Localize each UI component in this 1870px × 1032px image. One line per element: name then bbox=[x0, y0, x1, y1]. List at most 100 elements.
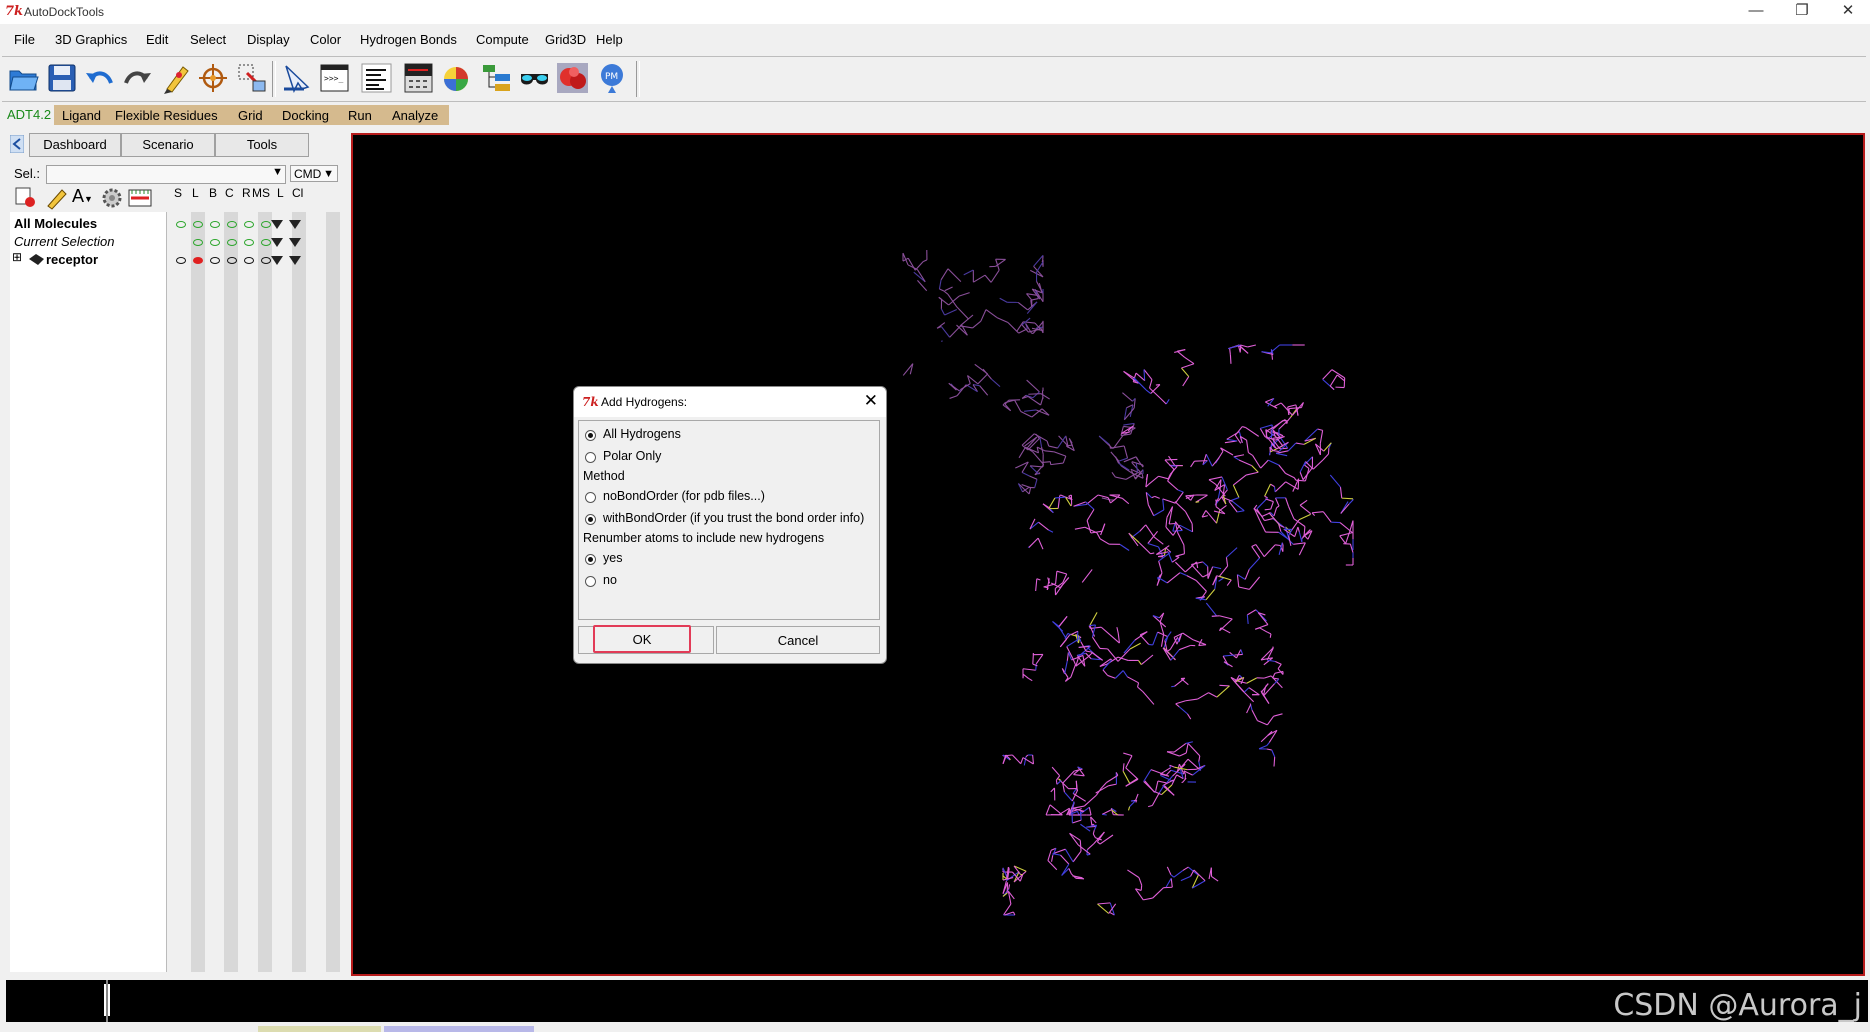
column-toggle-circle[interactable] bbox=[227, 239, 237, 246]
option-all-hydrogens-label[interactable]: All Hydrogens bbox=[603, 427, 681, 441]
close-window-icon[interactable]: ✕ bbox=[1825, 0, 1870, 24]
radio-all-hydrogens[interactable] bbox=[585, 430, 596, 441]
crosshair-icon[interactable] bbox=[197, 61, 230, 95]
cancel-button[interactable]: Cancel bbox=[716, 626, 880, 654]
gear-icon[interactable] bbox=[100, 186, 124, 210]
ok-button[interactable]: OK bbox=[593, 625, 691, 653]
bond-line bbox=[1246, 704, 1252, 714]
tree-current-selection[interactable]: Current Selection bbox=[14, 234, 114, 249]
column-triangle-icon[interactable] bbox=[271, 220, 283, 229]
python-shell-icon[interactable]: >>>_ bbox=[318, 61, 351, 95]
menu-edit[interactable]: Edit bbox=[146, 32, 168, 47]
column-toggle-circle[interactable] bbox=[261, 221, 271, 228]
minimize-icon[interactable]: — bbox=[1733, 0, 1779, 24]
column-toggle-circle[interactable] bbox=[244, 221, 254, 228]
text-lines-icon[interactable] bbox=[360, 61, 393, 95]
menu-compute[interactable]: Compute bbox=[476, 32, 529, 47]
expand-icon[interactable]: ⊞ bbox=[12, 250, 22, 264]
adt-menu-docking[interactable]: Docking bbox=[282, 108, 329, 123]
column-triangle-icon[interactable] bbox=[271, 238, 283, 247]
column-toggle-circle[interactable] bbox=[176, 257, 186, 264]
radio-polar-only[interactable] bbox=[585, 452, 596, 463]
bond-line bbox=[1246, 677, 1258, 684]
menu-display[interactable]: Display bbox=[247, 32, 290, 47]
column-toggle-circle[interactable] bbox=[193, 239, 203, 246]
column-triangle-icon[interactable] bbox=[289, 256, 301, 265]
bond-line bbox=[1272, 450, 1280, 453]
open-folder-icon[interactable] bbox=[7, 61, 40, 95]
bond-line bbox=[1259, 627, 1268, 633]
column-toggle-circle[interactable] bbox=[210, 221, 220, 228]
option-no-label[interactable]: no bbox=[603, 573, 617, 587]
red-molecule-icon[interactable] bbox=[556, 61, 589, 95]
tab-tools[interactable]: Tools bbox=[215, 133, 309, 157]
bond-line bbox=[1110, 451, 1120, 462]
column-toggle-circle[interactable] bbox=[261, 239, 271, 246]
dashboard-icon[interactable] bbox=[402, 61, 435, 95]
column-triangle-icon[interactable] bbox=[289, 238, 301, 247]
menu-grid3d[interactable]: Grid3D bbox=[545, 32, 586, 47]
menu-file[interactable]: File bbox=[14, 32, 35, 47]
tab-dashboard[interactable]: Dashboard bbox=[29, 133, 121, 157]
bond-line bbox=[1143, 781, 1155, 792]
column-triangle-icon[interactable] bbox=[289, 220, 301, 229]
option-yes-label[interactable]: yes bbox=[603, 551, 622, 565]
option-polar-only-label[interactable]: Polar Only bbox=[603, 449, 661, 463]
collapse-panel-icon[interactable] bbox=[9, 134, 25, 154]
column-toggle-circle[interactable] bbox=[227, 257, 237, 264]
menu-3d-graphics[interactable]: 3D Graphics bbox=[55, 32, 127, 47]
column-toggle-circle[interactable] bbox=[193, 221, 203, 228]
clear-selection-icon[interactable] bbox=[14, 186, 38, 210]
menu-help[interactable]: Help bbox=[596, 32, 623, 47]
color-spheres-icon[interactable] bbox=[440, 61, 473, 95]
adt-menu-run[interactable]: Run bbox=[348, 108, 372, 123]
adt-version-tab[interactable]: ADT4.2 bbox=[4, 105, 55, 125]
bond-line bbox=[1219, 615, 1233, 620]
pencil-icon[interactable] bbox=[159, 61, 192, 95]
ruler-icon[interactable] bbox=[128, 186, 152, 210]
stereo-glasses-icon[interactable] bbox=[518, 61, 551, 95]
menu-hydrogen-bonds[interactable]: Hydrogen Bonds bbox=[360, 32, 457, 47]
adt-menu-flexible-residues[interactable]: Flexible Residues bbox=[115, 108, 218, 123]
tab-scenario[interactable]: Scenario bbox=[121, 133, 215, 157]
column-toggle-circle[interactable] bbox=[210, 257, 220, 264]
cmd-dropdown[interactable]: CMD ▼ bbox=[290, 165, 338, 182]
adt-menu-ligand[interactable]: Ligand bbox=[62, 108, 101, 123]
column-toggle-circle[interactable] bbox=[261, 257, 271, 264]
column-triangle-icon[interactable] bbox=[271, 256, 283, 265]
label-a-icon[interactable]: A▼ bbox=[72, 186, 96, 210]
bond-line bbox=[1043, 583, 1056, 588]
pointer-hand-icon[interactable] bbox=[280, 61, 313, 95]
redo-arrow-icon[interactable] bbox=[121, 61, 154, 95]
undo-arrow-icon[interactable] bbox=[83, 61, 116, 95]
chevron-down-icon[interactable]: ▼ bbox=[272, 166, 283, 178]
chevron-down-icon[interactable]: ▼ bbox=[323, 166, 334, 183]
option-withbondorder-label[interactable]: withBondOrder (if you trust the bond ord… bbox=[603, 511, 864, 525]
column-toggle-circle[interactable] bbox=[210, 239, 220, 246]
pencil-icon[interactable] bbox=[44, 186, 68, 210]
bond-line bbox=[1171, 556, 1180, 563]
column-toggle-circle[interactable] bbox=[244, 257, 254, 264]
selection-input[interactable]: ▼ bbox=[46, 165, 286, 184]
column-toggle-circle[interactable] bbox=[227, 221, 237, 228]
radio-renumber-yes[interactable] bbox=[585, 554, 596, 565]
adt-menu-analyze[interactable]: Analyze bbox=[392, 108, 438, 123]
save-disk-icon[interactable] bbox=[45, 61, 78, 95]
menu-select[interactable]: Select bbox=[190, 32, 226, 47]
option-nobondorder-label[interactable]: noBondOrder (for pdb files...) bbox=[603, 489, 765, 503]
adt-menu-grid[interactable]: Grid bbox=[238, 108, 263, 123]
column-toggle-circle[interactable] bbox=[176, 221, 186, 228]
tree-all-molecules[interactable]: All Molecules bbox=[14, 216, 97, 231]
restore-icon[interactable]: ❐ bbox=[1779, 0, 1825, 24]
radio-renumber-no[interactable] bbox=[585, 576, 596, 587]
radio-nobondorder[interactable] bbox=[585, 492, 596, 503]
column-toggle-circle[interactable] bbox=[244, 239, 254, 246]
tree-list-icon[interactable] bbox=[480, 61, 513, 95]
tree-receptor[interactable]: receptor bbox=[46, 252, 98, 267]
radio-withbondorder[interactable] bbox=[585, 514, 596, 525]
column-toggle-circle[interactable] bbox=[193, 257, 203, 264]
selection-icon[interactable] bbox=[235, 61, 268, 95]
close-icon[interactable]: ✕ bbox=[864, 391, 878, 411]
menu-color[interactable]: Color bbox=[310, 32, 341, 47]
pmv-logo-icon[interactable]: PM bbox=[596, 61, 629, 95]
